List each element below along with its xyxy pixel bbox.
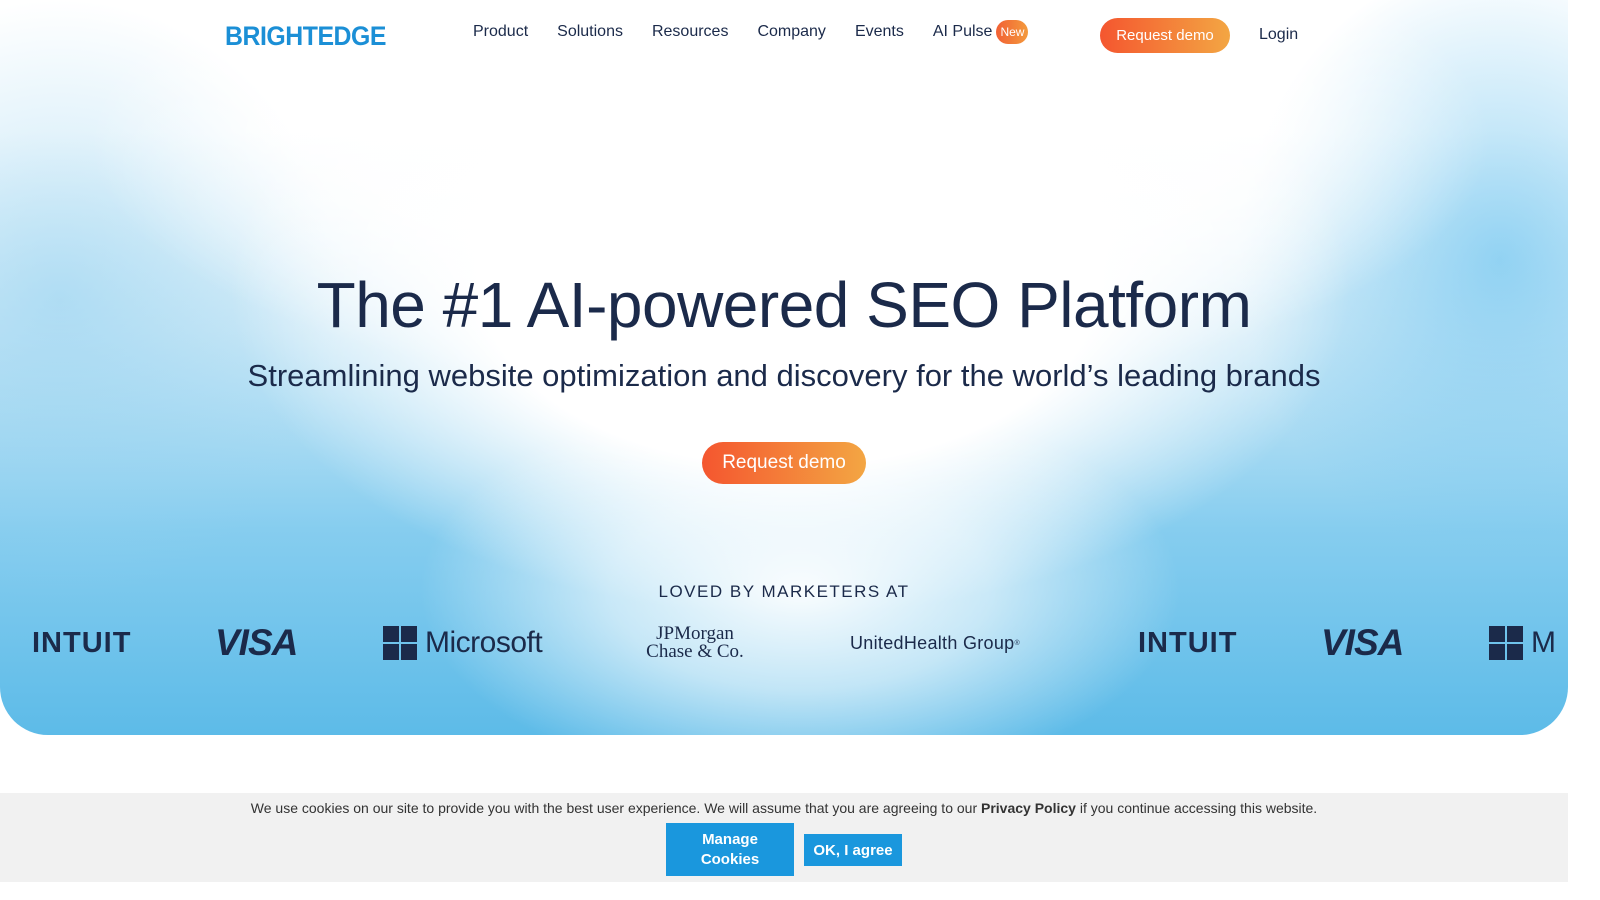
ok-agree-button[interactable]: OK, I agree <box>804 834 902 866</box>
cookie-message: We use cookies on our site to provide yo… <box>0 800 1568 816</box>
cookie-consent-bar: We use cookies on our site to provide yo… <box>0 793 1568 882</box>
nav-item-resources[interactable]: Resources <box>652 23 728 41</box>
login-link[interactable]: Login <box>1259 26 1298 44</box>
privacy-policy-link[interactable]: Privacy Policy <box>981 800 1076 816</box>
nav-item-product[interactable]: Product <box>473 23 528 41</box>
visa-logo: VISA <box>215 622 298 663</box>
unitedhealth-group-logo: UnitedHealth Group ® <box>850 632 1020 653</box>
intuit-logo-repeat: INTUIT <box>1138 626 1238 659</box>
manage-cookies-line-1: Manage <box>702 830 758 848</box>
hero-title: The #1 AI-powered SEO Platform <box>316 269 1252 341</box>
cookie-text-after: if you continue accessing this website. <box>1075 800 1318 816</box>
loved-by-heading: LOVED BY MARKETERS AT <box>658 582 910 601</box>
ai-pulse-label: AI Pulse <box>932 23 993 40</box>
jpmorgan-line-2: Chase & Co. <box>646 641 744 662</box>
nav-item-solutions[interactable]: Solutions <box>557 23 623 41</box>
new-badge: New <box>996 20 1029 44</box>
manage-cookies-line-2: Cookies <box>700 850 760 868</box>
site-header: BRIGHTEDGE Product Solutions Resources C… <box>0 0 1568 70</box>
manage-cookies-button[interactable]: Manage Cookies <box>666 823 794 876</box>
jpmorgan-chase-logo: JPMorgan Chase & Co. <box>636 618 754 668</box>
nav-item-events[interactable]: Events <box>855 23 904 41</box>
customer-logos-carousel: INTUIT VISA Microsoft JPMorgan Chase & C… <box>0 618 1568 668</box>
nav-item-company[interactable]: Company <box>757 23 825 41</box>
brightedge-logo[interactable]: BRIGHTEDGE <box>225 21 386 52</box>
hero-request-demo-button[interactable]: Request demo <box>702 442 866 484</box>
unitedhealth-wordmark: UnitedHealth Group <box>850 632 1015 653</box>
nav-item-ai-pulse[interactable]: AI Pulse New <box>933 20 1029 44</box>
header-request-demo-button[interactable]: Request demo <box>1100 18 1230 53</box>
microsoft-windows-icon <box>383 626 417 660</box>
intuit-logo: INTUIT <box>32 626 132 659</box>
cookie-text-before: We use cookies on our site to provide yo… <box>250 800 981 816</box>
visa-logo-repeat: VISA <box>1321 622 1404 663</box>
microsoft-wordmark: Microsoft <box>425 626 543 659</box>
microsoft-logo-partial: M <box>1489 618 1568 668</box>
hero-subtitle: Streamlining website optimization and di… <box>247 358 1321 393</box>
microsoft-windows-icon <box>1489 626 1523 660</box>
microsoft-logo: Microsoft <box>383 618 543 668</box>
microsoft-wordmark-partial: M <box>1531 626 1556 659</box>
main-nav: Product Solutions Resources Company Even… <box>473 20 1029 44</box>
